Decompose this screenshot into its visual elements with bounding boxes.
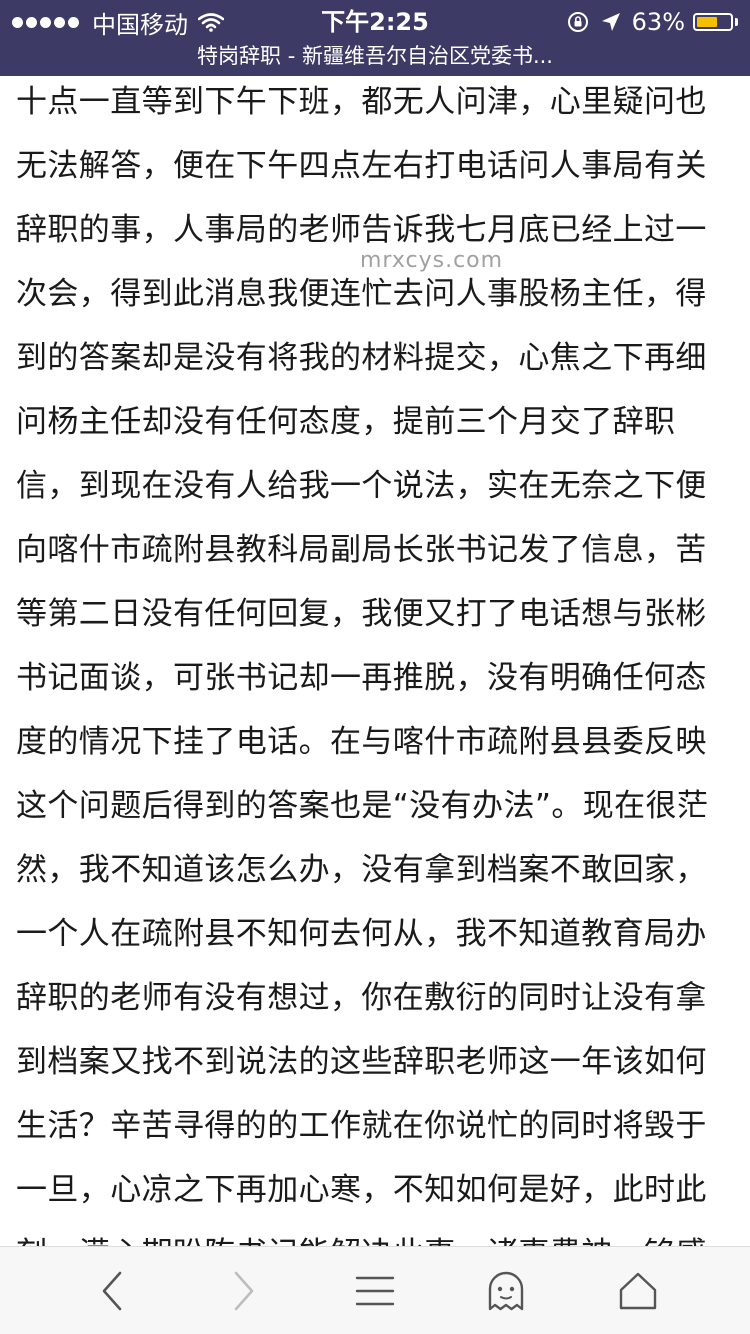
menu-icon (355, 1276, 395, 1306)
status-bar-right: 63% (566, 4, 738, 40)
status-bar-row: 中国移动 下午2:25 63% (0, 4, 750, 40)
battery-icon (693, 13, 733, 31)
home-icon (619, 1272, 657, 1310)
forward-button[interactable] (204, 1259, 284, 1323)
rotation-lock-icon (567, 12, 588, 32)
location-arrow-icon (601, 13, 620, 31)
back-button[interactable] (72, 1259, 152, 1323)
forward-icon (234, 1271, 254, 1311)
ghost-button[interactable] (466, 1259, 546, 1323)
page-title: 特岗辞职 - 新疆维吾尔自治区党委书... (197, 44, 553, 68)
browser-toolbar (0, 1246, 750, 1334)
article-content[interactable]: 十点一直等到下午下班，都无人问津，心里疑问也无法解答，便在下午四点左右打电话问人… (0, 76, 750, 1246)
back-icon (102, 1271, 122, 1311)
ghost-icon (488, 1271, 524, 1311)
menu-button[interactable] (335, 1259, 415, 1323)
battery-percent: 63% (631, 8, 685, 36)
watermark: mrxcys.com (360, 248, 504, 273)
battery-tip (735, 18, 738, 26)
status-bar: 中国移动 下午2:25 63% 特岗辞职 - 新疆维吾尔自治区党委书... (0, 0, 750, 76)
battery-fill (697, 17, 718, 27)
home-button[interactable] (598, 1259, 678, 1323)
